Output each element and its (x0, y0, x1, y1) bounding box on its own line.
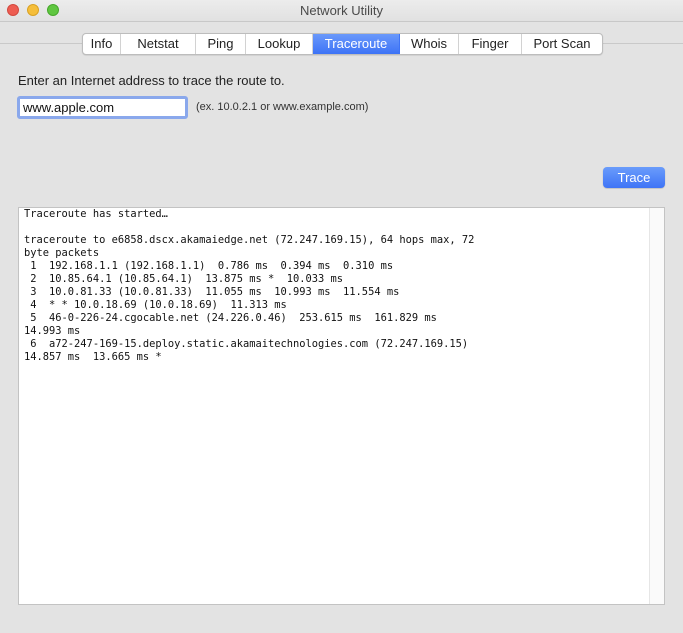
output-line: 4 * * 10.0.18.69 (10.0.18.69) 11.313 ms (30, 299, 287, 311)
tab-info[interactable]: Info (83, 34, 121, 54)
tab-lookup[interactable]: Lookup (246, 34, 313, 54)
output-line: 5 46-0-226-24.cgocable.net (24.226.0.46)… (30, 312, 437, 324)
output-text: Traceroute has started… traceroute to e6… (24, 208, 649, 364)
output-line: 6 a72-247-169-15.deploy.static.akamaitec… (30, 338, 469, 350)
trace-button[interactable]: Trace (603, 167, 665, 188)
tab-finger[interactable]: Finger (459, 34, 522, 54)
output-line: 1 192.168.1.1 (192.168.1.1) 0.786 ms 0.3… (30, 260, 394, 272)
traceroute-output[interactable]: Traceroute has started… traceroute to e6… (18, 207, 665, 605)
output-line: 3 10.0.81.33 (10.0.81.33) 11.055 ms 10.9… (30, 286, 400, 298)
tab-netstat[interactable]: Netstat (121, 34, 196, 54)
output-line: 14.993 ms (24, 325, 81, 337)
tab-whois[interactable]: Whois (400, 34, 459, 54)
tab-traceroute[interactable]: Traceroute (313, 34, 400, 54)
tab-ping[interactable]: Ping (196, 34, 246, 54)
tab-bar: Info Netstat Ping Lookup Traceroute Whoi… (82, 33, 603, 55)
window-title: Network Utility (299, 3, 384, 18)
output-line: traceroute to e6858.dscx.akamaiedge.net … (24, 234, 475, 246)
title-bar: Network Utility (0, 0, 683, 22)
address-hint: (ex. 10.0.2.1 or www.example.com) (196, 101, 369, 113)
output-line: 2 10.85.64.1 (10.85.64.1) 13.875 ms * 10… (30, 273, 344, 285)
address-input[interactable] (17, 96, 188, 119)
output-line: byte packets (24, 247, 100, 259)
output-line: 14.857 ms 13.665 ms * (24, 351, 162, 363)
output-line: Traceroute has started… (24, 208, 168, 220)
address-prompt-label: Enter an Internet address to trace the r… (18, 73, 285, 88)
tab-port-scan[interactable]: Port Scan (522, 34, 602, 54)
output-scrollbar[interactable] (649, 208, 664, 604)
